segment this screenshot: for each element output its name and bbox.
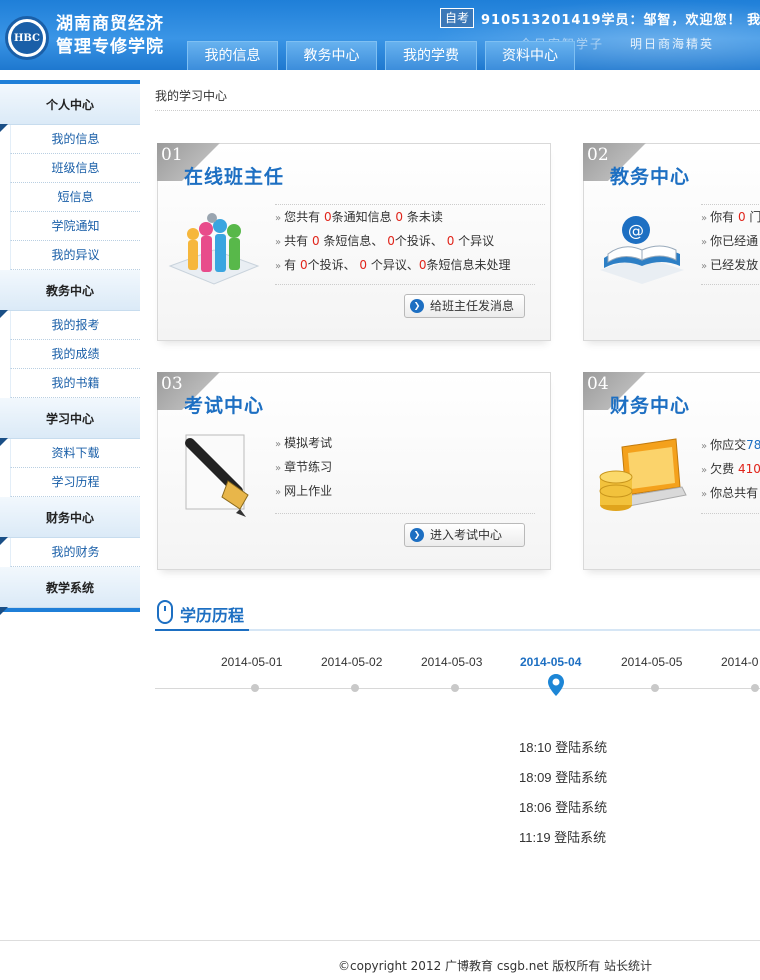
sidebar-item-registration[interactable]: 我的报考 <box>10 311 140 340</box>
card-separator <box>275 284 535 285</box>
sidebar-group-personal[interactable]: 个人中心 <box>0 84 140 132</box>
arrow-right-icon: ❯ <box>410 528 424 542</box>
people-icon <box>168 213 260 285</box>
timeline-dot[interactable] <box>451 684 459 692</box>
card-exam-center: 03 考试中心 » 模拟考试 » 章节练习 » 网上作业 ❯ 进入考试中心 <box>157 372 551 570</box>
welcome-text: 910513201419学员：邹智，欢迎您！ 我上 <box>481 13 760 28</box>
sidebar: 个人中心 我的信息 班级信息 短信息 学院通知 我的异议 教务中心 我的报考 我… <box>0 80 140 615</box>
card-online-teacher: 01 在线班主任 » 您共有 0条通知信息 0 条未读 » 共有 0 条短信息、 0… <box>157 143 551 341</box>
sidebar-item-grades[interactable]: 我的成绩 <box>10 340 140 369</box>
timeline-date[interactable]: 2014-05-05 <box>621 655 682 669</box>
sidebar-group-teaching[interactable]: 教学系统 <box>0 567 140 615</box>
book-icon: @ <box>600 216 684 284</box>
page: HBC 湖南商贸经济 管理专修学院 自考 910513201419学员：邹智，欢… <box>0 0 760 980</box>
info-line-passed: » 你已经通 <box>701 234 759 248</box>
link-online-homework[interactable]: » 网上作业 <box>275 479 545 503</box>
card-title: 财务中心 <box>610 395 691 417</box>
timeline-date[interactable]: 2014-05-01 <box>221 655 282 669</box>
card-separator <box>701 284 760 285</box>
sidebar-group-finance[interactable]: 财务中心 <box>0 497 140 545</box>
footer-copyright: ©copyright 2012 广博教育 csgb.net 版权所有 站长统计 <box>338 959 653 973</box>
timeline-date[interactable]: 2014-0 <box>721 655 758 669</box>
card-title: 在线班主任 <box>184 166 285 188</box>
login-log-entry: 11:19 登陆系统 <box>519 830 607 845</box>
top-nav: 我的信息 教务中心 我的学费 资料中心 <box>187 41 575 70</box>
mouse-icon <box>157 600 173 624</box>
info-line-arrears: » 欠费 410 <box>701 462 760 476</box>
nav-tab-materials[interactable]: 资料中心 <box>485 41 575 70</box>
timeline-date[interactable]: 2014-05-03 <box>421 655 482 669</box>
card-finance-center: 04 财务中心 » 你应交78 » 欠费 410 » 你总共有 <box>583 372 760 570</box>
school-name-line1: 湖南商贸经济 <box>56 14 164 34</box>
link-mock-exam[interactable]: » 模拟考试 <box>275 431 545 455</box>
sidebar-item-class-info[interactable]: 班级信息 <box>10 154 140 183</box>
info-line-total: » 你总共有 <box>701 486 759 500</box>
info-line-messages: » 共有 0 条短信息、 0个投诉、 0 个异议 <box>275 234 495 248</box>
history-title: 学历历程 <box>180 606 245 625</box>
message-teacher-button[interactable]: ❯ 给班主任发消息 <box>404 294 525 318</box>
card-separator <box>701 513 760 514</box>
timeline-dot[interactable] <box>751 684 759 692</box>
sidebar-item-messages[interactable]: 短信息 <box>10 183 140 212</box>
nav-tab-tuition[interactable]: 我的学费 <box>385 41 477 70</box>
card-title: 教务中心 <box>610 166 691 188</box>
info-line-pending: » 有 0个投诉、 0 个异议、0条短信息未处理 <box>275 258 511 272</box>
sidebar-group-academic[interactable]: 教务中心 <box>0 270 140 318</box>
school-name-line2: 管理专修学院 <box>56 37 164 57</box>
pen-icon <box>185 434 249 517</box>
card-link-list: » 模拟考试 » 章节练习 » 网上作业 <box>275 431 545 503</box>
timeline-date[interactable]: 2014-05-02 <box>321 655 382 669</box>
info-line-notices: » 您共有 0条通知信息 0 条未读 <box>275 210 443 224</box>
timeline-dot[interactable] <box>251 684 259 692</box>
school-logo[interactable]: HBC <box>5 16 49 60</box>
slogan-right: 明日商海精英 <box>630 37 715 51</box>
sidebar-bottom-bar <box>0 608 140 612</box>
info-line-courses: » 你有 0 门 <box>701 210 760 224</box>
login-log-entry: 18:06 登陆系统 <box>519 800 608 815</box>
card-separator <box>275 513 535 514</box>
timeline-date-active[interactable]: 2014-05-04 <box>520 655 581 669</box>
enter-exam-center-button[interactable]: ❯ 进入考试中心 <box>404 523 525 547</box>
coins-laptop-icon <box>599 438 687 511</box>
footer-divider <box>0 940 760 941</box>
info-line-due: » 你应交78 <box>701 438 760 452</box>
sidebar-item-objections[interactable]: 我的异议 <box>10 241 140 270</box>
logo-text: HBC <box>11 22 43 54</box>
arrow-right-icon: ❯ <box>410 299 424 313</box>
sidebar-item-downloads[interactable]: 资料下载 <box>10 439 140 468</box>
sidebar-item-books[interactable]: 我的书籍 <box>10 369 140 398</box>
info-line-issued: » 已经发放 <box>701 258 759 272</box>
login-log-entry: 18:09 登陆系统 <box>519 770 608 785</box>
sidebar-item-notices[interactable]: 学院通知 <box>10 212 140 241</box>
sidebar-item-my-finance[interactable]: 我的财务 <box>10 538 140 567</box>
card-academic-center: 02 教务中心 @ » 你有 0 门 » 你已经通 » 已经发放 <box>583 143 760 341</box>
svg-text:@: @ <box>628 221 644 240</box>
nav-tab-academic[interactable]: 教务中心 <box>286 41 377 70</box>
link-chapter-practice[interactable]: » 章节练习 <box>275 455 545 479</box>
sidebar-item-my-info[interactable]: 我的信息 <box>10 125 140 154</box>
sidebar-item-history[interactable]: 学习历程 <box>10 468 140 497</box>
exam-type-badge: 自考 <box>440 8 474 28</box>
location-pin-icon <box>548 674 564 696</box>
card-info-lines: » 你应交78 » 欠费 410 » 你总共有 <box>701 433 760 505</box>
timeline-dot[interactable] <box>351 684 359 692</box>
history-section-header: 学历历程 <box>155 598 760 631</box>
school-name: 湖南商贸经济 管理专修学院 <box>56 13 164 59</box>
login-log-entry: 18:10 登陆系统 <box>519 740 608 755</box>
nav-tab-my-info[interactable]: 我的信息 <box>187 41 278 70</box>
timeline-dot[interactable] <box>651 684 659 692</box>
header: HBC 湖南商贸经济 管理专修学院 自考 910513201419学员：邹智，欢… <box>0 0 760 70</box>
card-info-lines: » 你有 0 门 » 你已经通 » 已经发放 <box>701 204 760 277</box>
history-title-underline <box>155 629 249 631</box>
card-title: 考试中心 <box>184 395 265 417</box>
sidebar-group-study[interactable]: 学习中心 <box>0 398 140 446</box>
breadcrumb: 我的学习中心 <box>155 88 760 111</box>
card-info-lines: » 您共有 0条通知信息 0 条未读 » 共有 0 条短信息、 0个投诉、 0 个异… <box>275 204 545 277</box>
